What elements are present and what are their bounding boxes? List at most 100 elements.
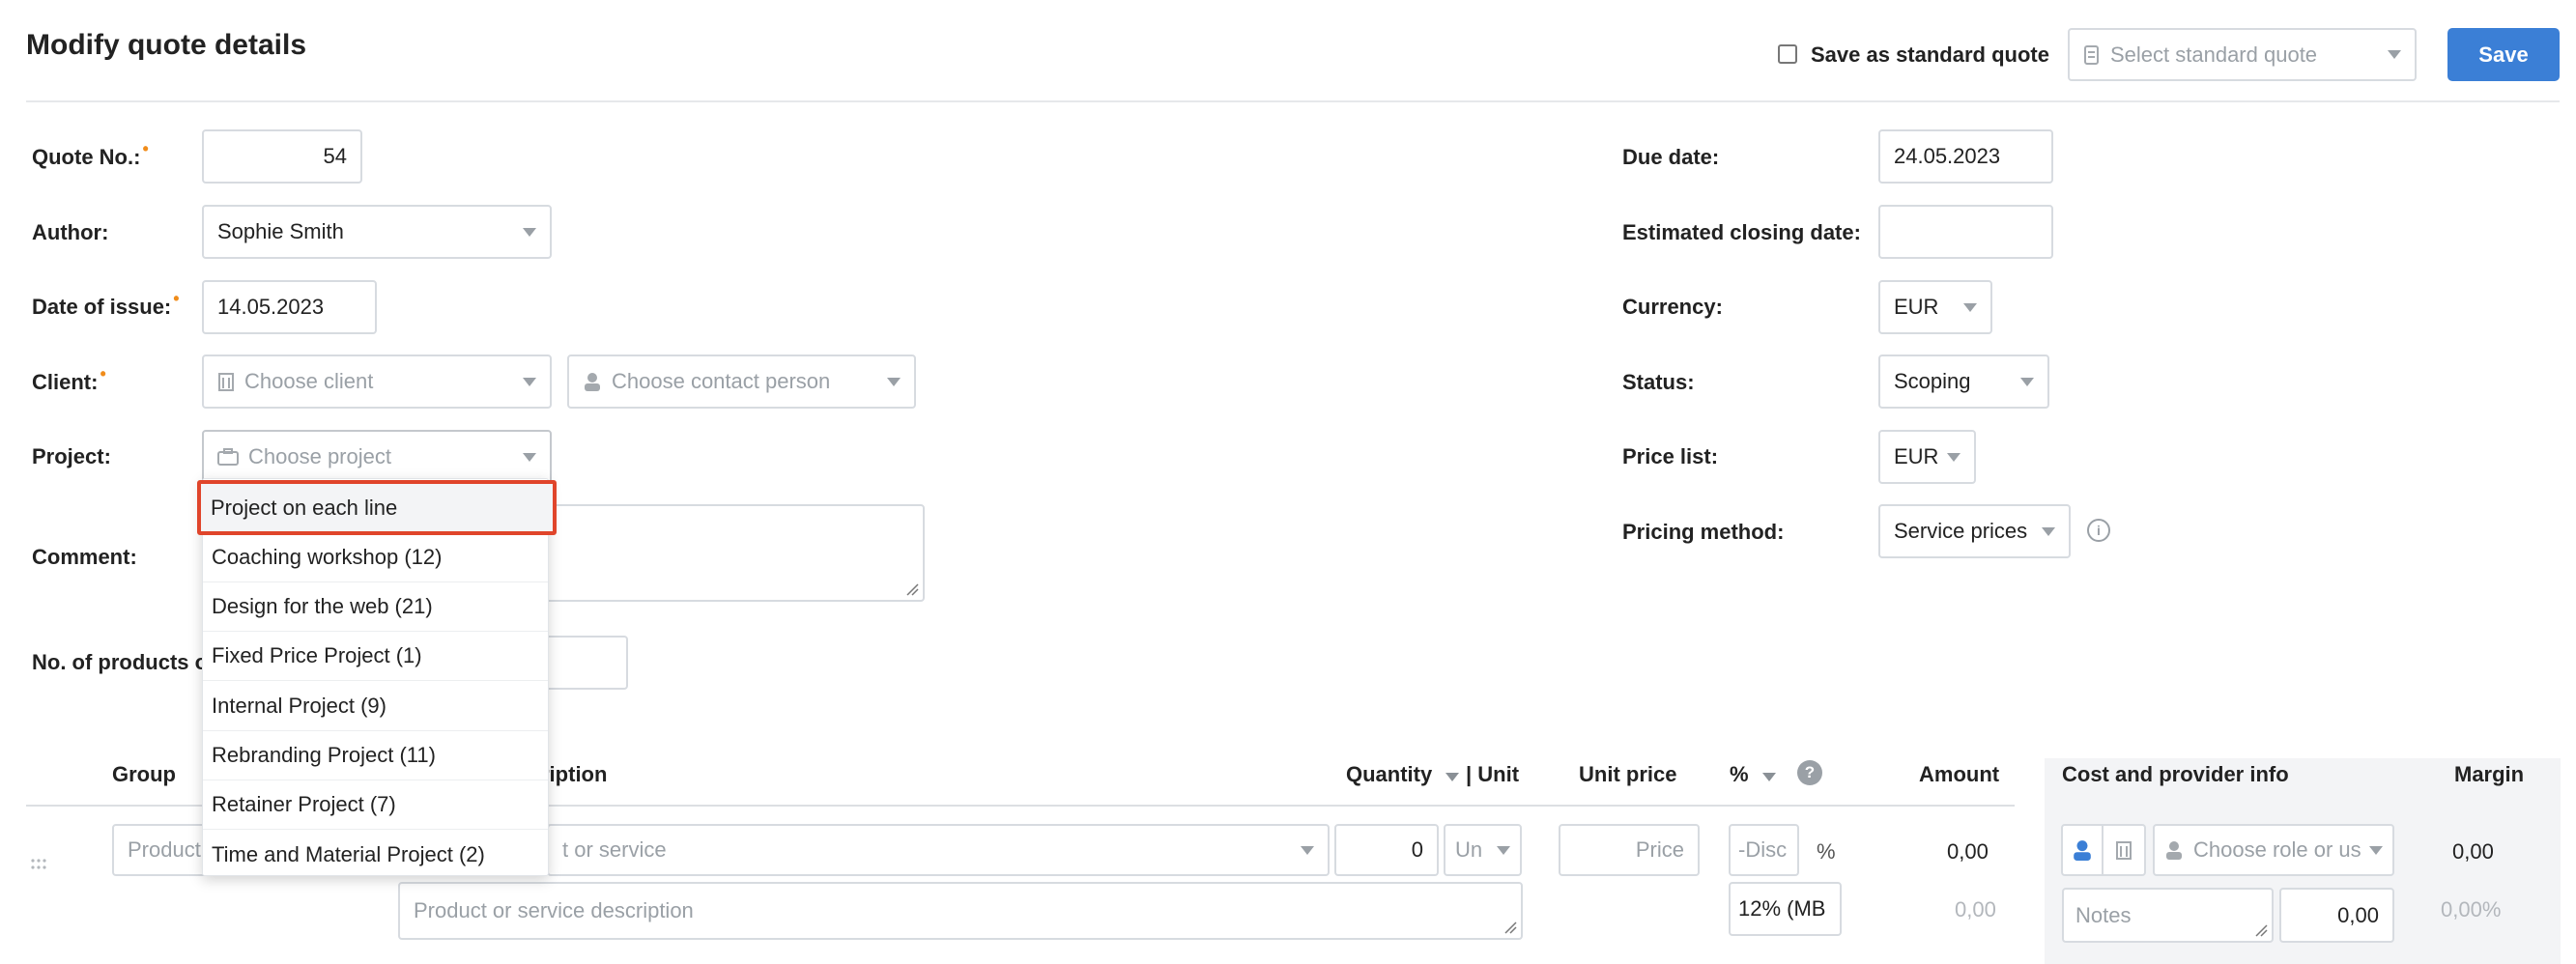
pricing-method-select[interactable]: Service prices xyxy=(1878,504,2071,558)
currency-select[interactable]: EUR xyxy=(1878,280,1992,334)
role-placeholder: Choose role or us xyxy=(2193,837,2361,862)
chevron-down-icon xyxy=(1963,302,1977,312)
required-marker: • xyxy=(173,289,180,308)
pricing-method-value: Service prices xyxy=(1894,519,2028,543)
status-value: Scoping xyxy=(1894,369,1971,393)
chevron-down-icon xyxy=(2042,526,2055,536)
author-label: Author: xyxy=(32,220,109,244)
dropdown-item-label: Coaching workshop (12) xyxy=(212,545,443,569)
project-label: Project: xyxy=(32,444,111,468)
col-percent[interactable]: % xyxy=(1730,762,1776,787)
chevron-down-icon xyxy=(2388,50,2401,59)
resize-handle-icon[interactable] xyxy=(2254,923,2268,937)
person-icon xyxy=(2074,840,2091,861)
dropdown-item[interactable]: Rebranding Project (11) xyxy=(203,731,548,780)
cost-input[interactable]: 0,00 xyxy=(2279,888,2394,943)
client-label: Client: • xyxy=(32,364,106,395)
description-textarea[interactable]: Product or service description xyxy=(398,882,1523,940)
percent-sign: % xyxy=(1817,839,1836,864)
save-as-standard-checkbox[interactable] xyxy=(1778,44,1797,64)
chevron-down-icon xyxy=(1947,452,1961,462)
dropdown-item[interactable]: Retainer Project (7) xyxy=(203,780,548,830)
products-label: No. of products o xyxy=(32,650,209,674)
dropdown-item-label: Internal Project (9) xyxy=(212,694,386,718)
unit-select[interactable]: Un xyxy=(1444,824,1522,876)
role-select[interactable]: Choose role or us xyxy=(2153,824,2394,876)
price-list-label: Price list: xyxy=(1622,444,1719,468)
notes-textarea[interactable]: Notes xyxy=(2062,888,2274,943)
margin-pct: 0,00% xyxy=(2441,897,2502,921)
price-placeholder: Price xyxy=(1635,837,1684,862)
date-issue-value: 14.05.2023 xyxy=(217,295,325,319)
col-group: Group xyxy=(112,762,176,786)
building-icon xyxy=(218,373,234,391)
dropdown-item-label: Time and Material Project (2) xyxy=(212,841,485,866)
date-issue-input[interactable]: 14.05.2023 xyxy=(202,280,377,334)
dropdown-item[interactable]: Design for the web (21) xyxy=(203,582,548,632)
chevron-down-icon xyxy=(2020,377,2034,386)
est-closing-input[interactable] xyxy=(1878,205,2053,259)
col-margin: Margin xyxy=(2454,762,2525,786)
product-placeholder: Product xyxy=(128,837,201,862)
client-placeholder: Choose client xyxy=(244,369,374,393)
contact-select[interactable]: Choose contact person xyxy=(567,354,916,409)
dropdown-item-highlighted[interactable]: Project on each line xyxy=(197,480,557,535)
project-dropdown: Project on each line Coaching workshop (… xyxy=(202,478,549,876)
amount-value: 0,00 xyxy=(1947,839,1989,864)
date-issue-label-text: Date of issue: xyxy=(32,295,172,319)
dropdown-item-label: Design for the web (21) xyxy=(212,594,433,618)
dropdown-item[interactable]: Coaching workshop (12) xyxy=(203,533,548,582)
status-select[interactable]: Scoping xyxy=(1878,354,2049,409)
help-icon[interactable]: ? xyxy=(1797,760,1822,785)
status-label: Status: xyxy=(1622,370,1695,394)
chevron-down-icon xyxy=(523,377,536,386)
discount-placeholder: -Disc xyxy=(1738,837,1788,862)
building-icon xyxy=(2116,841,2132,860)
col-unit-price: Unit price xyxy=(1579,762,1677,786)
quote-no-input[interactable]: 54 xyxy=(202,129,362,184)
resize-handle-icon[interactable] xyxy=(905,582,919,596)
price-list-select[interactable]: EUR xyxy=(1878,430,1976,484)
author-select[interactable]: Sophie Smith xyxy=(202,205,552,259)
person-toggle[interactable] xyxy=(2061,824,2104,876)
save-button[interactable]: Save xyxy=(2447,28,2560,81)
due-date-value: 24.05.2023 xyxy=(1894,144,2001,168)
person-icon xyxy=(2166,841,2182,860)
required-marker: • xyxy=(100,364,106,383)
due-date-input[interactable]: 24.05.2023 xyxy=(1878,129,2053,184)
dropdown-item-label: Rebranding Project (11) xyxy=(212,743,436,767)
resize-handle-icon[interactable] xyxy=(1503,921,1517,934)
dropdown-item[interactable]: Internal Project (9) xyxy=(203,682,548,731)
checkbox-box[interactable] xyxy=(1778,44,1797,64)
col-quantity[interactable]: Quantity xyxy=(1346,762,1460,787)
project-placeholder: Choose project xyxy=(248,444,391,468)
dropdown-item-label: Project on each line xyxy=(211,496,398,520)
quantity-input[interactable]: 0 xyxy=(1334,824,1439,876)
project-select[interactable]: Choose project xyxy=(202,430,552,484)
dropdown-item-label: Fixed Price Project (1) xyxy=(212,643,422,667)
briefcase-icon xyxy=(217,448,239,466)
page-title: Modify quote details xyxy=(26,29,307,61)
person-icon xyxy=(585,373,600,391)
client-select[interactable]: Choose client xyxy=(202,354,552,409)
dropdown-item-label: Retainer Project (7) xyxy=(212,792,396,816)
unit-price-input[interactable]: Price xyxy=(1559,824,1700,876)
cost-value: 0,00 xyxy=(2337,902,2379,927)
vat-select[interactable]: 12% (MB xyxy=(1729,882,1842,936)
info-icon[interactable]: i xyxy=(2087,519,2110,542)
due-date-label: Due date: xyxy=(1622,145,1720,169)
building-toggle[interactable] xyxy=(2104,824,2146,876)
client-label-text: Client: xyxy=(32,370,99,394)
comment-label: Comment: xyxy=(32,545,137,569)
chevron-down-icon xyxy=(523,227,536,237)
discount-input[interactable]: -Disc xyxy=(1729,824,1799,876)
dropdown-item[interactable]: Fixed Price Project (1) xyxy=(203,632,548,681)
header-divider xyxy=(26,100,2560,102)
col-quantity-text: Quantity xyxy=(1346,762,1433,786)
product-service-select[interactable]: t or service xyxy=(547,824,1330,876)
dropdown-item[interactable]: Time and Material Project (2) xyxy=(203,830,548,879)
quote-no-label: Quote No.: • xyxy=(32,139,149,170)
standard-quote-select[interactable]: Select standard quote xyxy=(2068,28,2417,81)
drag-handle-icon[interactable] xyxy=(30,858,47,871)
chevron-down-icon xyxy=(2369,845,2383,855)
